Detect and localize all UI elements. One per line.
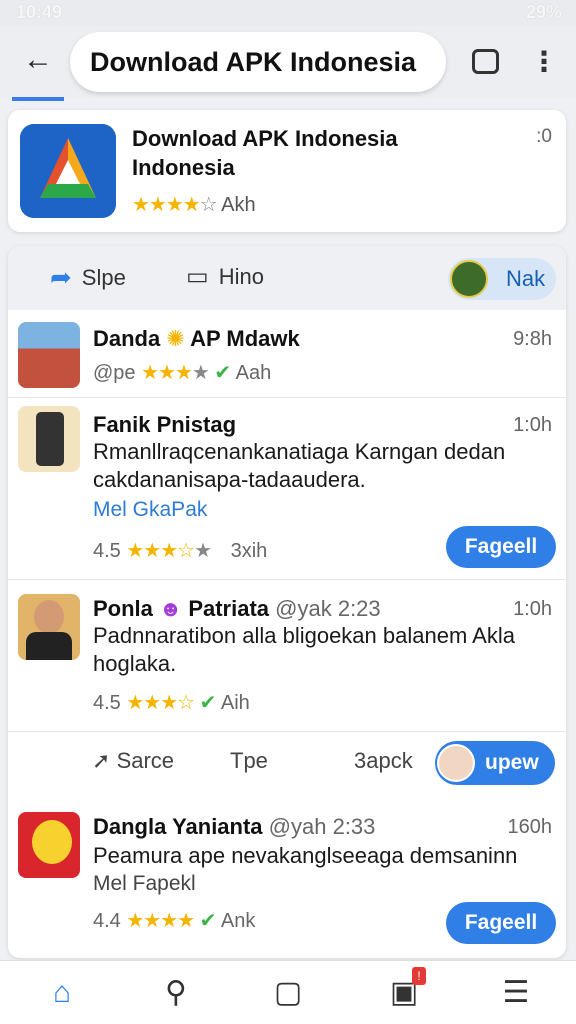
menu-icon[interactable]: ☰ bbox=[496, 973, 536, 1013]
post-thumbnail bbox=[18, 322, 80, 388]
app-meta: :0 bbox=[536, 126, 552, 147]
post-author: Ponla ☻ Patriata @yak 2:23 bbox=[93, 596, 381, 621]
check-icon: ✔ bbox=[214, 362, 232, 384]
star-rating-icon: ★★★☆ bbox=[126, 692, 195, 714]
post-text: Rmanllraqcenankanatiaga Karngan dedan ca… bbox=[93, 439, 506, 492]
view-button[interactable]: upew bbox=[435, 741, 555, 785]
post-text: Peamura ape nevakanglseeaga demsaninn bbox=[93, 843, 518, 868]
post-text: Padnnaratibon alla bligoekan balanem Akl… bbox=[93, 623, 515, 676]
top-bar: ← Download APK Indonesia ⋮ bbox=[0, 26, 576, 98]
post-time: 9:8h bbox=[513, 328, 552, 350]
avatar bbox=[18, 594, 80, 660]
share-action[interactable]: ➦ Slpe bbox=[50, 262, 126, 293]
status-bar: 10:49 29% bbox=[0, 0, 576, 26]
more-menu-icon[interactable]: ⋮ bbox=[530, 42, 558, 82]
star-rating-icon: ★★★☆★ bbox=[126, 540, 212, 562]
back-action[interactable]: 3apck bbox=[354, 748, 413, 774]
profile-chip[interactable]: Nak bbox=[448, 258, 556, 300]
post-author: Dangla Yanianta @yah 2:33 bbox=[93, 814, 376, 839]
bottom-navigation: ⌂ ⚲ ▢ ▣! ☰ bbox=[0, 960, 576, 1024]
smile-icon: ☻ bbox=[159, 596, 183, 621]
film-icon: ▭ bbox=[186, 263, 209, 290]
sun-icon: ✺ bbox=[166, 326, 185, 351]
install-button[interactable]: Fageell bbox=[446, 902, 556, 944]
status-time: 10:49 bbox=[16, 2, 63, 22]
check-icon: ✔ bbox=[199, 692, 217, 714]
install-button[interactable]: Fageell bbox=[446, 526, 556, 568]
feed-panel: ➦ Slpe ▭ Hino Nak Danda ✺ AP Mdawk 9:8h … bbox=[8, 246, 566, 958]
star-rating-icon: ★★★★ bbox=[126, 910, 195, 932]
chat-icon[interactable]: ▢ bbox=[268, 973, 308, 1013]
type-action[interactable]: Tpe bbox=[230, 748, 268, 774]
post-time: 160h bbox=[507, 816, 553, 838]
notification-badge: ! bbox=[412, 967, 426, 985]
check-icon: ✔ bbox=[199, 910, 217, 932]
post-link[interactable]: Mel Fapekl bbox=[93, 872, 196, 896]
app-rating: ★★★★☆ Akh bbox=[132, 194, 256, 216]
post-time: 1:0h bbox=[513, 414, 552, 436]
app-card[interactable]: Download APK Indonesia Indonesia :0 ★★★★… bbox=[8, 110, 566, 232]
star-rating-icon: ★★★★ bbox=[141, 362, 210, 384]
post-rating: 4.5 ★★★☆ ✔ Aih bbox=[93, 692, 250, 714]
home-icon[interactable]: ⌂ bbox=[42, 973, 82, 1013]
status-battery: 29% bbox=[525, 2, 562, 22]
action-bar: ➦ Slpe ▭ Hino Nak bbox=[8, 246, 566, 310]
share-icon: ➚ bbox=[92, 748, 111, 773]
post-time: 1:0h bbox=[513, 598, 552, 620]
avatar bbox=[450, 260, 488, 298]
app-logo-icon bbox=[20, 124, 116, 218]
post-author: Fanik Pnistag bbox=[93, 412, 237, 437]
post-author: Danda ✺ AP Mdawk bbox=[93, 326, 300, 351]
search-icon[interactable]: ⚲ bbox=[156, 973, 196, 1013]
list-item[interactable]: Fanik Pnistag 1:0h Rmanllraqcenankanatia… bbox=[8, 398, 566, 580]
post-link[interactable]: Mel GkaPak bbox=[93, 498, 207, 522]
back-arrow-icon[interactable]: ← bbox=[18, 40, 58, 80]
avatar bbox=[437, 744, 475, 782]
phone-thumbnail bbox=[18, 406, 80, 472]
list-item[interactable]: Ponla ☻ Patriata @yak 2:23 1:0h Padnnara… bbox=[8, 580, 566, 732]
tabs-icon[interactable] bbox=[472, 49, 499, 74]
post-rating: 4.5 ★★★☆★ 3xih bbox=[93, 540, 268, 562]
list-item[interactable]: Danda ✺ AP Mdawk 9:8h @pe ★★★★ ✔ Aah bbox=[8, 310, 566, 398]
share-action[interactable]: ➚ Sarce bbox=[92, 748, 174, 774]
url-bar[interactable]: Download APK Indonesia bbox=[70, 32, 446, 92]
notifications-icon[interactable]: ▣! bbox=[384, 967, 426, 1013]
share-icon: ➦ bbox=[50, 262, 72, 292]
post-thumbnail bbox=[18, 812, 80, 878]
media-action[interactable]: ▭ Hino bbox=[186, 262, 264, 291]
app-title: Download APK Indonesia Indonesia bbox=[132, 126, 398, 180]
post-rating: @pe ★★★★ ✔ Aah bbox=[93, 362, 272, 384]
loading-progress bbox=[12, 97, 64, 101]
post-rating: 4.4 ★★★★ ✔ Ank bbox=[93, 910, 256, 932]
post-action-row: ➚ Sarce Tpe 3apck upew bbox=[92, 734, 562, 794]
list-item[interactable]: Dangla Yanianta @yah 2:33 160h Peamura a… bbox=[8, 798, 566, 958]
star-rating-icon: ★★★★☆ bbox=[132, 194, 218, 216]
